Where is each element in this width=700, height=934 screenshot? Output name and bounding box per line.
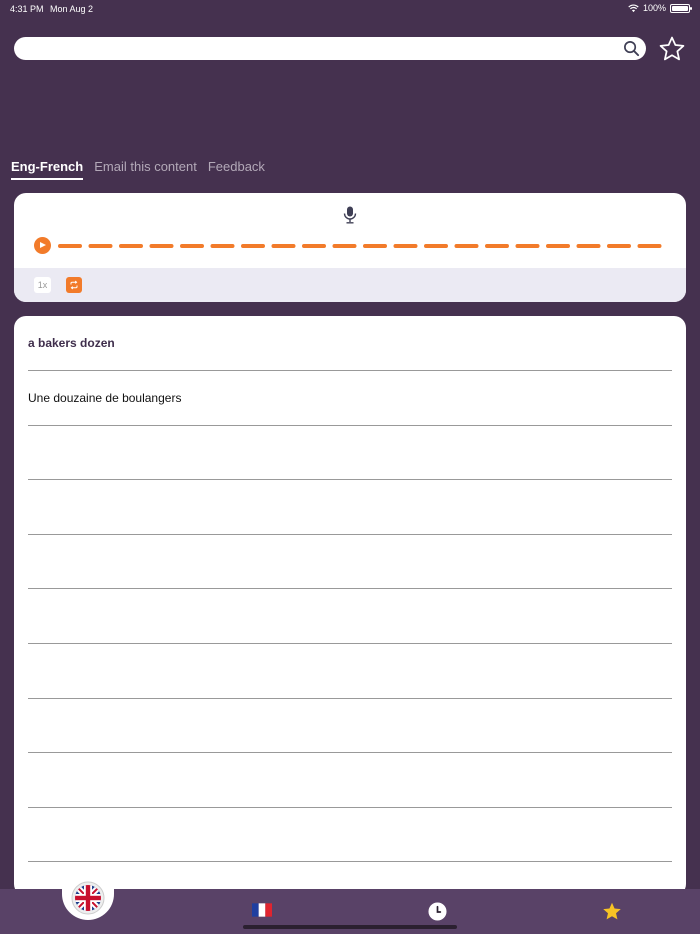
- uk-flag-icon: [71, 881, 105, 915]
- play-button[interactable]: [34, 237, 51, 254]
- phrase-line: [28, 425, 672, 481]
- repeat-button[interactable]: [66, 277, 82, 293]
- phrase-line: Une douzaine de boulangers: [28, 371, 672, 426]
- phrase-line: [28, 589, 672, 644]
- wifi-icon: [628, 4, 639, 12]
- home-indicator: [243, 925, 457, 929]
- tab-email-content[interactable]: Email this content: [94, 159, 197, 180]
- status-bar: 4:31 PM Mon Aug 2 100%: [0, 0, 700, 18]
- microphone-icon[interactable]: [343, 206, 357, 224]
- phrase-line: [28, 698, 672, 754]
- repeat-icon: [70, 280, 78, 290]
- audio-player-card: 1x: [14, 193, 686, 302]
- phrase-line: [28, 480, 672, 535]
- search-bar[interactable]: [14, 37, 646, 60]
- search-icon[interactable]: [623, 40, 640, 57]
- audio-progress-track[interactable]: [58, 244, 666, 248]
- star-outline-icon[interactable]: [658, 35, 686, 63]
- tab-eng-french[interactable]: Eng-French: [11, 159, 84, 180]
- star-filled-icon[interactable]: [601, 901, 623, 922]
- player-controls: 1x: [14, 268, 686, 302]
- phrase-line: [28, 644, 672, 699]
- phrase-line: [28, 534, 672, 590]
- status-date: Mon Aug 2: [50, 4, 94, 14]
- france-flag-icon[interactable]: [252, 903, 272, 917]
- status-indicators: 100%: [628, 3, 692, 13]
- tab-feedback[interactable]: Feedback: [208, 159, 265, 180]
- phrase-line: a bakers dozen: [28, 316, 672, 371]
- battery-percent: 100%: [642, 3, 666, 13]
- battery-icon: [670, 3, 692, 13]
- status-time: 4:31 PM: [10, 4, 44, 14]
- phrase-line: [28, 753, 672, 808]
- phrase-card: a bakers dozen Une douzaine de boulangers: [14, 316, 686, 896]
- speed-button[interactable]: 1x: [34, 277, 51, 293]
- content-tabs: Eng-French Email this content Feedback: [11, 159, 265, 180]
- search-input[interactable]: [24, 37, 614, 60]
- phrase-text: Une douzaine de boulangers: [28, 390, 182, 405]
- phrase-title: a bakers dozen: [28, 336, 115, 350]
- phrase-line: [28, 807, 672, 863]
- clock-icon[interactable]: [428, 902, 447, 921]
